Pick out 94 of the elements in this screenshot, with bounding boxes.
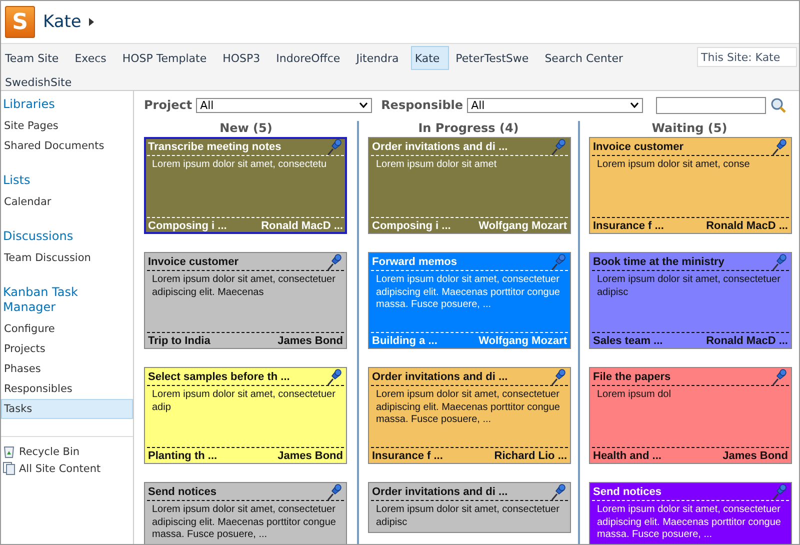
card-description: Lorem ipsum dolor sit amet, conse <box>596 158 751 172</box>
card-project: Sales team ... <box>593 335 663 347</box>
sidebar-item[interactable]: Projects <box>1 339 133 359</box>
sidebar-item[interactable]: Calendar <box>1 192 133 212</box>
responsible-dropdown[interactable]: All <box>467 98 644 112</box>
sidebar-item[interactable]: Configure <box>1 319 133 339</box>
breadcrumb-arrow-icon[interactable] <box>89 18 94 26</box>
sidebar-item[interactable]: Shared Documents <box>1 136 133 156</box>
card-description: Lorem ipsum dolor sit amet, consectetuer adipiscing elit. Maecenas porttitor congue massa. Fusce posuere, ... <box>596 503 782 542</box>
pushpin-icon[interactable] <box>326 138 342 156</box>
section-heading[interactable]: Kanban Task Manager <box>1 285 133 319</box>
task-card[interactable]: Send notices Lorem ipsum dolor sit amet, consectetuer adipiscing elit. Maecenas porttitor congue massa. Fusce posuere, ... <box>589 482 792 544</box>
nav-tab[interactable]: HOSP Template <box>118 46 216 70</box>
task-card[interactable]: Order invitations and di ... Lorem ipsum dolor sit amet, consectetuer adipisc <box>368 482 571 533</box>
card-description: Lorem ipsum dolor sit amet, consectetuer adipiscing elit. Maecenas <box>151 273 336 300</box>
card-project: Composing i ... <box>372 220 451 232</box>
card-assignee: Ronald MacD ... <box>706 335 788 347</box>
card-project: Planting th ... <box>148 450 218 462</box>
task-card[interactable]: Book time at the ministry Lorem ipsum dolor sit amet, consectetuer adipisc Sales team ... Ronald MacD ... <box>589 252 792 349</box>
nav-tab[interactable]: SwedishSite <box>1 70 81 94</box>
pushpin-icon[interactable] <box>550 368 566 386</box>
nav-tab[interactable]: Team Site <box>1 46 68 70</box>
card-assignee: Ronald MacD ... <box>261 220 343 232</box>
site-search-field[interactable]: This Site: Kate <box>697 47 797 67</box>
nav-tab[interactable]: Search Center <box>540 46 632 70</box>
card-description: Lorem ipsum dolor sit amet <box>375 158 498 172</box>
card-assignee: Ronald MacD ... <box>706 220 788 232</box>
pushpin-icon[interactable] <box>550 138 566 156</box>
site-title[interactable]: Kate <box>43 12 82 32</box>
card-assignee: James Bond <box>278 335 343 347</box>
nav-tab[interactable]: IndoreOffce <box>272 46 350 70</box>
sidebar-item[interactable]: Site Pages <box>1 116 133 136</box>
task-card[interactable]: Forward memos Lorem ipsum dolor sit amet, consectetuer adipiscing elit. Maecenas porttitor congue massa. Fusce posuere, ... Building a ... Wolfgang Mozart <box>368 252 571 349</box>
nav-tab[interactable]: Jitendra <box>352 46 408 70</box>
card-project: Insurance f ... <box>372 450 443 462</box>
task-card[interactable]: Transcribe meeting notes Lorem ipsum dolor sit amet, consectetu Composing i ... Ronald MacD ... <box>144 137 347 234</box>
task-card[interactable]: Invoice customer Lorem ipsum dolor sit amet, conse Insurance f ... Ronald MacD ... <box>589 137 792 234</box>
pushpin-icon[interactable] <box>771 253 787 271</box>
search-field[interactable] <box>656 96 766 114</box>
caret-icon <box>630 102 640 108</box>
task-card[interactable]: Invoice customer Lorem ipsum dolor sit amet, consectetuer adipiscing elit. Maecenas Trip to India James Bond <box>144 252 347 349</box>
section-heading[interactable]: Discussions <box>1 229 133 248</box>
search-icon[interactable] <box>770 97 786 113</box>
sidebar-item[interactable]: Tasks <box>1 399 133 419</box>
task-card[interactable]: File the papers Lorem ipsum dol Health and ... James Bond <box>589 367 792 464</box>
pushpin-icon[interactable] <box>771 368 787 386</box>
card-description: Lorem ipsum dolor sit amet, consectetuer adipiscing elit. Maecenas porttitor congue massa. Fusce posuere, ... <box>151 503 337 542</box>
card-assignee: James Bond <box>722 450 788 462</box>
pushpin-icon[interactable] <box>550 483 566 501</box>
pushpin-icon[interactable] <box>326 253 342 271</box>
card-assignee: Wolfgang Mozart <box>478 220 567 232</box>
card-description: Lorem ipsum dolor sit amet, consectetuer adipisc <box>596 273 782 300</box>
section-heading[interactable]: Lists <box>1 173 133 192</box>
recycle-bin-icon <box>3 445 15 458</box>
column-heading: In Progress (4) <box>417 121 520 137</box>
sidebar-item[interactable]: Responsibles <box>1 379 133 399</box>
card-project: Insurance f ... <box>593 220 664 232</box>
pushpin-icon[interactable] <box>326 368 342 386</box>
nav-tab[interactable]: Execs <box>70 46 116 70</box>
column-heading: New (5) <box>218 121 274 137</box>
card-project: Health and ... <box>593 450 662 462</box>
task-card[interactable]: Select samples before th ... Lorem ipsum dolor sit amet, consectetuer adip Planting th ... James Bond <box>144 367 347 464</box>
sidebar-item[interactable]: Phases <box>1 359 133 379</box>
card-assignee: James Bond <box>278 450 343 462</box>
section-heading[interactable]: Libraries <box>1 97 133 116</box>
nav-tab[interactable]: PeterTestSwe <box>452 46 538 70</box>
column-heading: Waiting (5) <box>650 121 728 137</box>
card-description: Lorem ipsum dolor sit amet, consectetuer adipisc <box>375 503 560 530</box>
sidebar-item[interactable]: Team Discussion <box>1 248 133 268</box>
card-description: Lorem ipsum dol <box>596 388 672 402</box>
nav-tab[interactable]: HOSP3 <box>218 46 270 70</box>
card-project: Composing i ... <box>148 220 227 232</box>
task-card[interactable]: Send notices Lorem ipsum dolor sit amet, consectetuer adipiscing elit. Maecenas porttitor congue massa. Fusce posuere, ... <box>144 482 347 544</box>
card-description: Lorem ipsum dolor sit amet, consectetu <box>151 158 328 172</box>
card-description: Lorem ipsum dolor sit amet, consectetuer adip <box>151 388 336 414</box>
project-dropdown[interactable]: All <box>196 98 372 112</box>
task-card[interactable]: Order invitations and di ... Lorem ipsum dolor sit amet Composing i ... Wolfgang Mozart <box>368 137 571 234</box>
card-assignee: Richard Lio ... <box>494 450 567 462</box>
pushpin-icon[interactable] <box>550 253 566 271</box>
card-description: Lorem ipsum dolor sit amet, consectetuer adipiscing elit. Maecenas porttitor congue massa. Fusce posuere, ... <box>375 388 561 427</box>
caret-icon <box>359 102 368 108</box>
card-project: Trip to India <box>148 335 210 347</box>
card-project: Building a ... <box>372 335 438 347</box>
sidebar-link[interactable]: Recycle Bin <box>19 446 80 458</box>
nav-tab[interactable]: Kate <box>410 46 449 70</box>
filter-label: Project <box>144 98 192 112</box>
pushpin-icon[interactable] <box>771 483 787 501</box>
pushpin-icon[interactable] <box>326 483 342 501</box>
pushpin-icon[interactable] <box>771 138 787 156</box>
card-assignee: Wolfgang Mozart <box>478 335 567 347</box>
card-description: Lorem ipsum dolor sit amet, consectetuer adipiscing elit. Maecenas porttitor congue massa. Fusce posuere, ... <box>375 273 561 312</box>
filter-label: Responsible <box>381 98 464 112</box>
task-card[interactable]: Order invitations and di ... Lorem ipsum dolor sit amet, consectetuer adipiscing elit. Maecenas porttitor congue massa. Fusce posuere, ... Insurance f ... Richard Lio ... <box>368 367 571 464</box>
sidebar-link[interactable]: All Site Content <box>19 462 101 474</box>
